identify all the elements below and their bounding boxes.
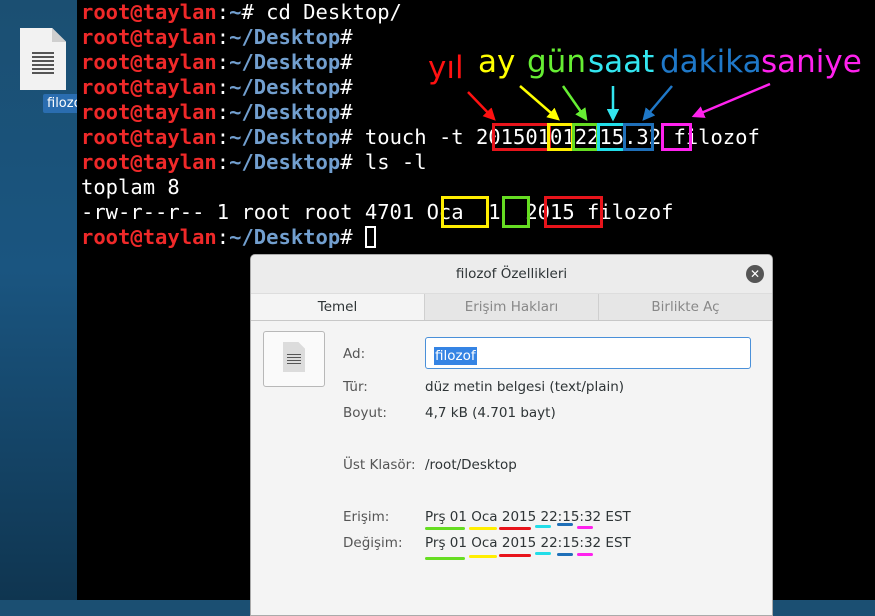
label-minute: dakika (660, 44, 762, 80)
underline-day (425, 527, 465, 530)
label-hour: saat (588, 44, 655, 80)
tab-temel[interactable]: Temel (251, 294, 424, 320)
name-label: Ad: (343, 346, 366, 362)
file-icon-button[interactable] (263, 331, 325, 387)
label-second: saniye (761, 44, 862, 80)
terminal-line: root@taylan:~/Desktop# (81, 75, 353, 99)
size-label: Boyut: (343, 405, 387, 421)
tab-bar: Temel Erişim Hakları Birlikte Aç (251, 294, 772, 321)
day-box (572, 123, 599, 151)
access-value: Prş 01 Oca 2015 22:15:32 EST (425, 509, 631, 525)
label-year: yıl (428, 50, 464, 86)
month-output-box (441, 196, 489, 228)
underline-month (469, 555, 497, 558)
year-box (492, 123, 551, 151)
desktop-file-icon[interactable]: filozof (14, 28, 91, 113)
modified-value: Prş 01 Oca 2015 22:15:32 EST (425, 535, 631, 551)
type-label: Tür: (343, 379, 368, 395)
second-box (661, 123, 692, 151)
access-label: Erişim: (343, 509, 390, 525)
name-value[interactable]: filozof (434, 347, 477, 365)
underline-minute (557, 553, 573, 556)
underline-minute (557, 523, 573, 526)
modified-label: Değişim: (343, 535, 403, 551)
text-file-icon (20, 28, 66, 90)
size-value: 4,7 kB (4.701 bayt) (425, 405, 556, 421)
month-box (547, 123, 574, 151)
name-field[interactable]: filozof (425, 337, 751, 369)
folder-label: Üst Klasör: (343, 457, 416, 473)
tab-erisim-haklari[interactable]: Erişim Hakları (424, 294, 598, 320)
tab-birlikte-ac[interactable]: Birlikte Aç (598, 294, 772, 320)
minute-box (623, 123, 654, 151)
text-cursor (364, 226, 376, 248)
terminal-line: root@taylan:~# cd Desktop/ (81, 0, 402, 24)
terminal-prompt: root@taylan:~/Desktop# (81, 225, 376, 250)
terminal-line: root@taylan:~/Desktop# (81, 100, 353, 124)
year-output-box (544, 196, 603, 228)
underline-second (577, 526, 593, 529)
terminal-line: root@taylan:~/Desktop# (81, 50, 353, 74)
underline-hour (535, 552, 551, 555)
terminal-line: root@taylan:~/Desktop# (81, 25, 353, 49)
properties-dialog: filozof Özellikleri ✕ Temel Erişim Hakla… (250, 254, 773, 616)
dialog-title: filozof Özellikleri (455, 266, 568, 282)
close-icon[interactable]: ✕ (746, 265, 764, 283)
folder-value: /root/Desktop (425, 457, 517, 473)
hour-box (597, 123, 626, 151)
underline-month (469, 527, 497, 530)
underline-second (577, 553, 593, 556)
underline-year (499, 554, 531, 557)
underline-day (425, 557, 465, 560)
label-month: ay (478, 44, 516, 80)
underline-year (499, 527, 531, 530)
underline-hour (535, 525, 551, 528)
text-file-icon (283, 342, 305, 372)
terminal-output: toplam 8 (81, 175, 180, 199)
dialog-titlebar[interactable]: filozof Özellikleri ✕ (251, 255, 772, 294)
terminal-line: root@taylan:~/Desktop# touch -t 20150101… (81, 125, 760, 149)
terminal-line: root@taylan:~/Desktop# ls -l (81, 150, 427, 174)
type-value: düz metin belgesi (text/plain) (425, 379, 625, 395)
day-output-box (502, 196, 530, 228)
label-day: gün (527, 44, 586, 80)
